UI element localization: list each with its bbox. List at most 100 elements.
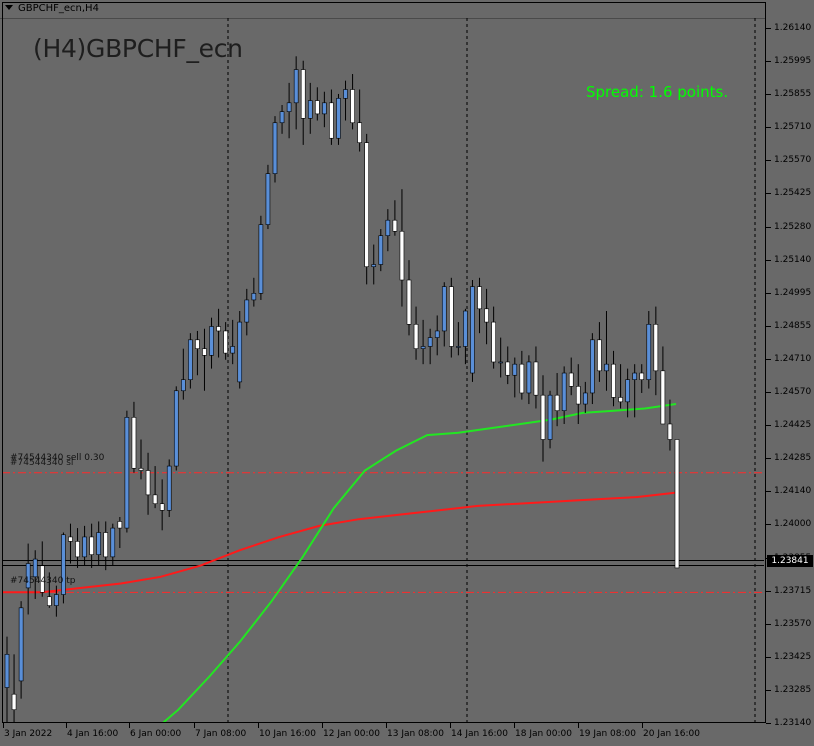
- time-axis-tick: [322, 723, 323, 728]
- symbol-timeframe-label: (H4)GBPCHF_ecn: [33, 34, 243, 63]
- price-axis-tick: [766, 689, 771, 691]
- price-axis-label: 1.23570: [774, 618, 812, 629]
- price-axis-label: 1.23425: [774, 651, 812, 662]
- candle-body-73: [519, 363, 525, 394]
- candle-body-20: [145, 470, 151, 496]
- candle-body-10: [75, 541, 80, 558]
- price-axis-label: 1.24000: [774, 519, 812, 530]
- candle-body-72: [512, 363, 518, 376]
- candle-body-75: [533, 361, 539, 396]
- candle-body-71: [505, 361, 511, 376]
- price-chart-plot[interactable]: [0, 0, 766, 723]
- candle-body-59: [420, 346, 426, 349]
- candle-body-88: [625, 379, 630, 403]
- time-axis-label: 4 Jan 16:00: [67, 729, 119, 739]
- price-axis-tick: [766, 259, 771, 261]
- candle-body-61: [434, 330, 440, 338]
- candle-body-63: [449, 286, 454, 347]
- candle-body-42: [300, 69, 306, 119]
- candle-body-30: [216, 326, 221, 332]
- price-axis-tick: [766, 458, 771, 460]
- price-axis-tick: [766, 590, 771, 592]
- candle-body-35: [251, 292, 257, 301]
- price-axis-tick: [766, 723, 771, 724]
- candle-body-41: [293, 69, 299, 104]
- candle-body-85: [604, 363, 609, 372]
- candle-body-13: [96, 532, 101, 555]
- chart-window[interactable]: GBPCHF_ecn,H4 (H4)GBPCHF_ecn Spread: 1.6…: [0, 0, 814, 746]
- time-axis[interactable]: 3 Jan 2022 4 Jan 16:00 6 Jan 00:00 7 Jan 08…: [0, 723, 766, 746]
- order-tp-label[interactable]: #74544340 tp: [10, 576, 75, 586]
- candle-body-43: [307, 100, 313, 119]
- candle-body-50: [357, 122, 362, 143]
- price-axis-label: 1.25855: [774, 89, 812, 100]
- candle-body-16: [117, 521, 123, 529]
- candle-body-47: [336, 98, 341, 139]
- candle-body-90: [639, 372, 645, 380]
- candle-body-78: [554, 394, 560, 411]
- price-axis-label: 1.24995: [774, 287, 812, 298]
- time-axis-label: 10 Jan 16:00: [259, 729, 316, 739]
- candle-body-83: [590, 339, 595, 394]
- time-axis-tick: [3, 723, 4, 728]
- candle-body-95: [674, 439, 680, 569]
- price-axis-tick: [766, 524, 771, 526]
- candle-body-11: [82, 536, 87, 558]
- candle-body-66: [470, 286, 475, 374]
- price-axis-tick: [766, 226, 771, 228]
- candle-body-31: [223, 330, 228, 354]
- price-axis-tick: [766, 61, 771, 63]
- time-axis-tick: [66, 723, 67, 728]
- moving-average-slow-line: [2, 491, 677, 594]
- time-axis-label: 3 Jan 2022: [4, 729, 53, 739]
- candle-body-80: [568, 372, 574, 387]
- time-axis-label: 18 Jan 00:00: [515, 729, 572, 739]
- price-axis-tick: [766, 325, 771, 327]
- candle-body-0: [4, 654, 10, 688]
- price-axis-label: 1.24570: [774, 387, 812, 398]
- candle-body-86: [611, 363, 616, 398]
- moving-average-fast-line: [161, 403, 677, 723]
- price-axis-label: 1.25140: [774, 254, 812, 265]
- time-axis-label: 19 Jan 08:00: [579, 729, 636, 739]
- candle-body-60: [427, 337, 433, 347]
- candle-body-21: [152, 494, 158, 505]
- price-axis[interactable]: 1.26140 1.25995 1.25855 1.25710 1.25570 1.254…: [766, 0, 814, 728]
- candle-body-82: [583, 392, 588, 405]
- price-axis-label: 1.25710: [774, 122, 812, 133]
- price-axis-tick: [766, 358, 771, 360]
- candle-body-52: [371, 264, 377, 268]
- time-axis-label: 13 Jan 08:00: [387, 729, 444, 739]
- price-axis-tick: [766, 160, 771, 162]
- order-sl-label[interactable]: #74544340 sl: [10, 458, 73, 468]
- candle-body-64: [456, 346, 461, 348]
- candle-body-94: [667, 423, 673, 440]
- candle-body-24: [173, 390, 179, 467]
- candle-body-29: [209, 326, 214, 356]
- price-axis-tick: [766, 127, 771, 129]
- candle-body-58: [413, 324, 419, 349]
- time-axis-tick: [129, 723, 130, 728]
- candle-body-23: [166, 465, 172, 511]
- candle-body-84: [597, 339, 602, 372]
- price-axis-tick: [766, 392, 771, 394]
- candle-body-74: [526, 361, 532, 394]
- price-axis-tick: [766, 94, 771, 96]
- candle-body-32: [230, 346, 235, 354]
- candle-body-15: [110, 527, 116, 558]
- price-axis-label: 1.23140: [774, 718, 812, 728]
- time-axis-label: 6 Jan 00:00: [130, 729, 182, 739]
- candle-body-77: [547, 394, 553, 440]
- candle-body-79: [561, 372, 567, 411]
- candle-body-19: [138, 467, 144, 471]
- candle-body-51: [364, 142, 369, 268]
- time-axis-tick: [258, 723, 259, 728]
- price-axis-label: 1.23285: [774, 684, 812, 695]
- candle-body-22: [159, 503, 165, 511]
- candle-body-68: [484, 308, 489, 323]
- candle-body-6: [47, 596, 52, 606]
- candle-body-7: [54, 594, 59, 606]
- candle-body-27: [195, 339, 200, 349]
- candle-body-36: [258, 224, 264, 294]
- price-axis-label: 1.24710: [774, 353, 812, 364]
